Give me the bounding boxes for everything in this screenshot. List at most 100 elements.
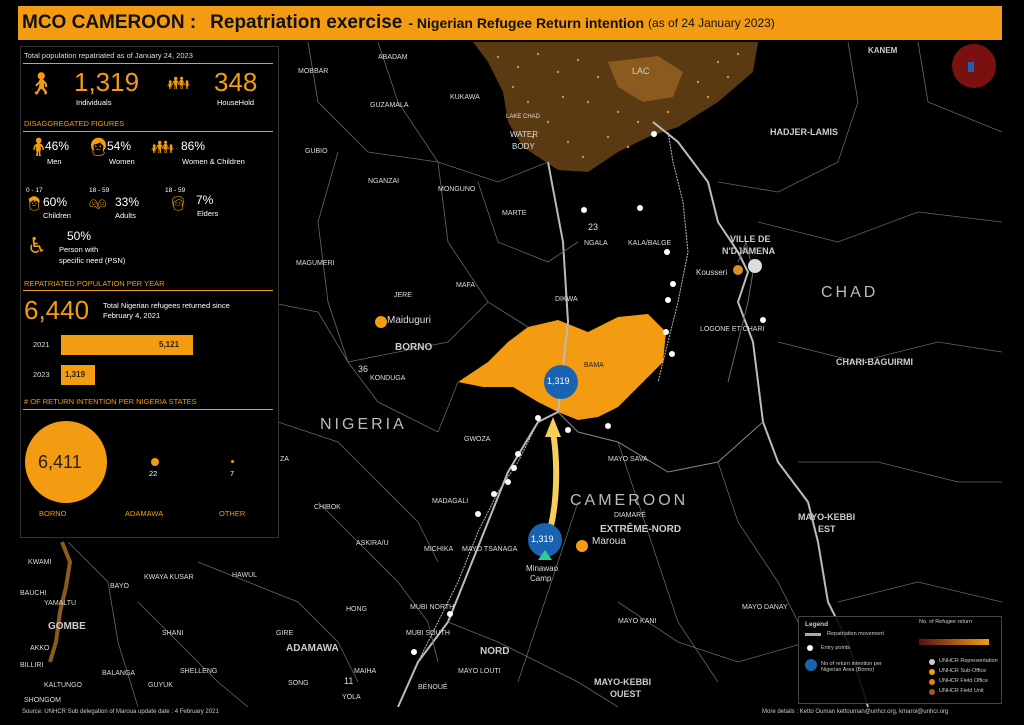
map-title: Repatriation exercise [210, 12, 403, 33]
town-kousseri: Kousseri [696, 268, 728, 277]
field-unit-icon [929, 689, 935, 695]
woman-child-icon: 👪︎ [151, 137, 174, 157]
lga-label: MAYO LOUTI [458, 668, 501, 675]
lga-label: DIKWA [555, 296, 578, 303]
lga-label: YOLA [342, 694, 361, 701]
lga-label: MAYO TSANAGA [462, 546, 518, 553]
lga-label: ZA [280, 456, 289, 463]
lga-label: MONGUNO [438, 186, 476, 193]
psn-pct: 50% [67, 229, 92, 243]
borno-bubble-value: 1,319 [547, 376, 570, 386]
men-label: Men [47, 157, 62, 166]
legend-title: Legend [805, 621, 829, 628]
legend-scale-title: No. of Refugee return [919, 619, 972, 625]
psn-label-2: specific need (PSN) [59, 256, 126, 265]
lga-label: SHANI [162, 630, 184, 637]
minawao-bubble-value: 1,319 [531, 534, 554, 544]
ndjamena-label-2: N'DJAMENA [722, 246, 776, 256]
region-lac: LAC [632, 66, 650, 76]
men-pct: 46% [45, 139, 70, 153]
lga-label: GUBIO [305, 148, 328, 155]
adamawa-state-label: ADAMAWA [125, 509, 164, 518]
entry-point-icon [807, 645, 813, 651]
legend-item: UNHCR Field Office [939, 678, 989, 684]
lga-label: BALANGA [102, 670, 136, 677]
lga-label: MAGUMERI [296, 260, 335, 267]
lga-label: ASKIRA/U [356, 540, 389, 547]
ndjamena-label-1: VILLE DE [730, 234, 771, 244]
region-borno: BORNO [395, 342, 433, 353]
map-date: (as of 24 January 2023) [648, 16, 775, 30]
map-legend: Legend Repatriation movement Entry point… [798, 616, 1002, 704]
divider [23, 409, 273, 410]
adults-label: Adults [115, 211, 136, 220]
town-minawao-camp: Camp [530, 574, 552, 583]
bar-year-label: 2021 [33, 340, 50, 349]
legend-item: UNHCR Sub-Office [939, 668, 987, 674]
other-intention-bubble [231, 460, 234, 463]
lga-label: BAYO [110, 583, 129, 590]
lga-label: SHONGOM [24, 697, 61, 704]
map-subtitle: - Nigerian Refugee Return intention [408, 15, 645, 31]
wheelchair-icon: ♿︎ [27, 233, 47, 258]
region-mayo-kebbi-est-1: MAYO-KEBBI [798, 512, 856, 522]
bar-year-label: 2023 [33, 370, 50, 379]
divider [23, 131, 273, 132]
lga-label: JERE [394, 292, 412, 299]
household-icon: 👪︎ [167, 73, 190, 93]
lga-label: KONDUGA [370, 375, 406, 382]
figure-36: 36 [358, 364, 369, 374]
region-mayo-kebbi-ouest-1: MAYO-KEBBI [594, 677, 652, 687]
lga-label: MUBI NORTH [410, 604, 455, 611]
lga-label: DIAMARÉ [614, 512, 646, 519]
total-label: Total population repatriated as of Janua… [24, 51, 193, 60]
adults-pct: 33% [115, 195, 140, 209]
women-children-pct: 86% [181, 139, 206, 153]
legend-scale-bar [919, 639, 989, 645]
lga-label: AKKO [30, 645, 50, 652]
lga-label: GIRE [276, 630, 294, 637]
legend-item: No of return intention per Nigerian Area… [821, 661, 882, 673]
individuals-label: Individuals [76, 98, 112, 107]
lga-label: NGANZAI [368, 178, 400, 185]
lga-label: MAYO SAVA [608, 456, 648, 463]
country-chad: CHAD [821, 284, 879, 301]
total-returned-label-2: February 4, 2021 [103, 311, 161, 320]
borno-state-label: BORNO [39, 509, 67, 518]
figure-23: 23 [588, 222, 599, 232]
lga-label: SHELLENG [180, 668, 218, 675]
per-year-bar-chart: 2021 5,121 2023 1,319 [21, 331, 278, 391]
lga-label: CHIBOK [314, 504, 341, 511]
lga-label: GWOZA [464, 436, 491, 443]
lga-label: SONG [288, 680, 309, 687]
maiduguri-office-icon [375, 316, 387, 328]
walking-person-icon: 🚶︎ [27, 71, 55, 96]
region-adamawa: ADAMAWA [286, 643, 339, 654]
bar-value-label: 1,319 [65, 370, 86, 379]
elders-pct: 7% [196, 193, 214, 207]
total-returned-value: 6,440 [24, 295, 90, 325]
lga-label: LOGONE ET CHARI [700, 326, 765, 333]
lga-label: KWAMI [28, 559, 52, 566]
lga-label: KALA/BALGE [628, 240, 672, 247]
lga-label: MUBI SOUTH [406, 630, 450, 637]
women-children-label: Women & Children [182, 157, 245, 166]
region-hadjer-lamis: HADJER-LAMIS [770, 127, 839, 137]
adamawa-intention-value: 22 [149, 469, 158, 478]
children-pct: 60% [43, 195, 68, 209]
lga-label: MARTE [502, 210, 527, 217]
lga-label: BILLIRI [20, 662, 44, 669]
total-returned-label-1: Total Nigerian refugees returned since [103, 301, 230, 310]
lga-label: BAMA [584, 362, 604, 369]
other-state-label: OTHER [219, 509, 246, 518]
org-title: MCO CAMEROON : [22, 12, 197, 33]
lga-label: MADAGALI [432, 498, 469, 505]
lga-label: GUZAMALA [370, 102, 409, 109]
lga-label: MAFA [456, 282, 476, 289]
women-label: Women [109, 157, 135, 166]
figure-11: 11 [344, 676, 354, 686]
lga-label: HAWUL [232, 572, 258, 579]
lga-label: NGALA [584, 240, 608, 247]
lga-label: MAYO DANAY [742, 604, 788, 611]
legend-item: UNHCR Field Unit [939, 688, 984, 694]
